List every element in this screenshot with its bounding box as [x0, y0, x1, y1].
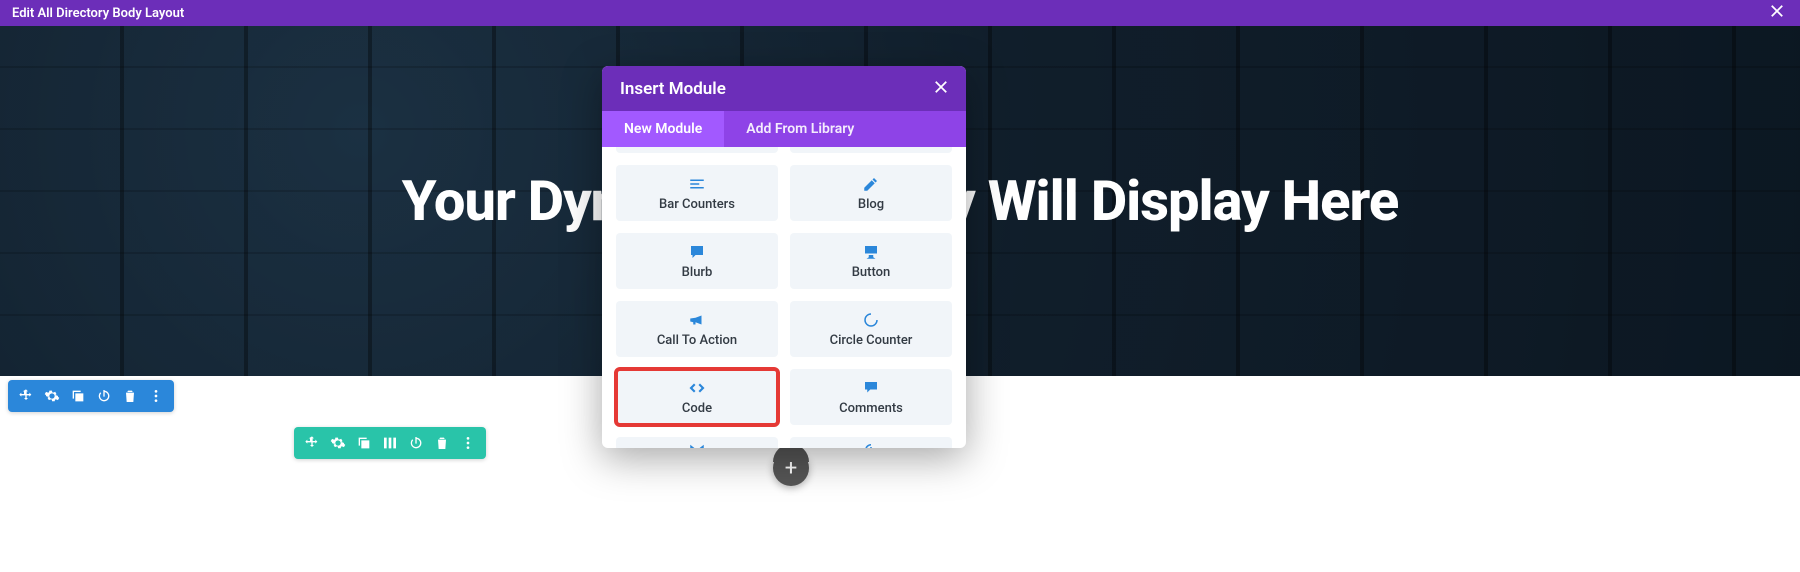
duplicate-icon[interactable]	[66, 384, 90, 408]
trash-icon[interactable]	[118, 384, 142, 408]
module-audio[interactable]: Audio	[790, 147, 952, 153]
columns-icon[interactable]	[378, 431, 402, 455]
circle_counter-icon	[862, 311, 880, 329]
module-label: Accordion	[667, 147, 726, 150]
cta-icon	[688, 311, 706, 329]
bar_counters-icon	[688, 175, 706, 193]
module-cta[interactable]: Call To Action	[616, 301, 778, 357]
modal-body: Accordion Audio Bar Counters Blog Blurb Butto…	[602, 147, 966, 448]
modal-tabs: New Module Add From Library	[602, 111, 966, 147]
module-contact[interactable]: Contact	[616, 437, 778, 448]
module-button[interactable]: Button	[790, 233, 952, 289]
more-icon[interactable]	[144, 384, 168, 408]
close-modal-icon[interactable]	[934, 78, 948, 99]
modal-header: Insert Module	[602, 66, 966, 111]
row-toolbar	[294, 427, 486, 459]
module-circle_counter[interactable]: Circle Counter	[790, 301, 952, 357]
power-icon[interactable]	[92, 384, 116, 408]
module-label: Audio	[854, 147, 888, 150]
close-editor-icon[interactable]	[1766, 2, 1788, 24]
module-label: Blog	[858, 197, 884, 212]
module-label: Circle Counter	[830, 333, 913, 348]
module-accordion[interactable]: Accordion	[616, 147, 778, 153]
add-module-button[interactable]: +	[773, 450, 809, 486]
move-icon[interactable]	[14, 384, 38, 408]
countdown-icon	[862, 441, 880, 448]
comments-icon	[862, 379, 880, 397]
move-icon[interactable]	[300, 431, 324, 455]
more-icon[interactable]	[456, 431, 480, 455]
contact-icon	[688, 441, 706, 448]
settings-icon[interactable]	[326, 431, 350, 455]
blog-icon	[862, 175, 880, 193]
page-title: Edit All Directory Body Layout	[12, 6, 184, 21]
module-label: Comments	[839, 401, 903, 416]
module-label: Button	[852, 265, 891, 280]
module-label: Call To Action	[657, 333, 737, 348]
module-bar_counters[interactable]: Bar Counters	[616, 165, 778, 221]
button-icon	[862, 243, 880, 261]
code-icon	[688, 379, 706, 397]
modal-title: Insert Module	[620, 79, 726, 99]
module-comments[interactable]: Comments	[790, 369, 952, 425]
module-label: Bar Counters	[659, 197, 735, 212]
duplicate-icon[interactable]	[352, 431, 376, 455]
power-icon[interactable]	[404, 431, 428, 455]
module-countdown[interactable]: Countdown	[790, 437, 952, 448]
module-label: Code	[682, 401, 712, 416]
tab-new-module[interactable]: New Module	[602, 111, 724, 147]
blurb-icon	[688, 243, 706, 261]
section-toolbar	[8, 380, 174, 412]
settings-icon[interactable]	[40, 384, 64, 408]
top-bar: Edit All Directory Body Layout	[0, 0, 1800, 26]
module-label: Blurb	[682, 265, 713, 280]
insert-module-modal: Insert Module New Module Add From Librar…	[602, 66, 966, 448]
module-code[interactable]: Code	[616, 369, 778, 425]
module-blog[interactable]: Blog	[790, 165, 952, 221]
module-blurb[interactable]: Blurb	[616, 233, 778, 289]
tab-add-from-library[interactable]: Add From Library	[724, 111, 876, 147]
trash-icon[interactable]	[430, 431, 454, 455]
